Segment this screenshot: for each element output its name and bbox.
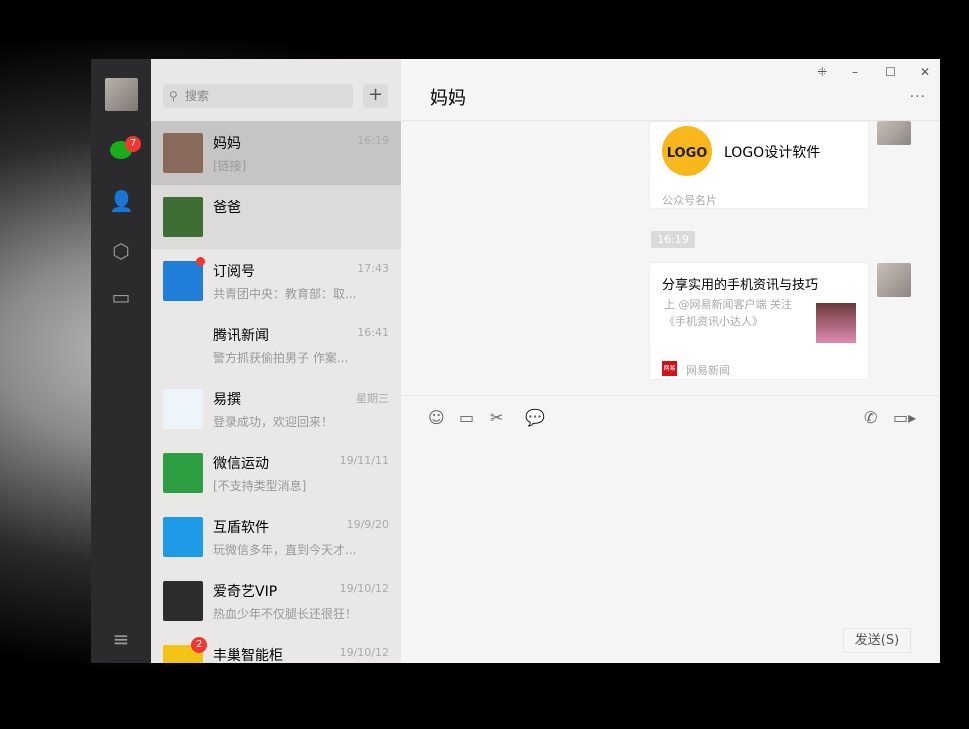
message-preview: 玩微信多年，直到今天才... <box>213 541 363 558</box>
maximize-button[interactable]: ☐ <box>885 65 896 79</box>
chat-list-item[interactable]: 易撰 星期三 登录成功，欢迎回来！ <box>151 377 401 441</box>
unread-badge: 2 <box>191 637 207 653</box>
unread-dot <box>196 257 205 266</box>
contacts-icon[interactable]: 👤 <box>109 189 133 213</box>
emoji-icon[interactable]: ☺ <box>428 408 445 427</box>
contact-name: 互盾软件 <box>213 517 269 537</box>
search-input[interactable]: ⚲ 搜索 <box>163 84 353 108</box>
message-preview: 热血少年不仅腿长还很狂！ <box>213 605 363 622</box>
contact-name: 妈妈 <box>213 133 241 153</box>
chat-list-item[interactable]: 爸爸 <box>151 185 401 249</box>
message-time: 星期三 <box>356 390 389 406</box>
chat-list-item[interactable]: 腾讯新闻 16:41 警方抓获偷拍男子 作案... <box>151 313 401 377</box>
sidebar: 7 👤 ⬡ ▭ ≡ <box>91 59 151 663</box>
chat-list-item[interactable]: 爱奇艺VIP 19/10/12 热血少年不仅腿长还很狂！ <box>151 569 401 633</box>
link-source: 网易新闻 <box>686 362 730 378</box>
link-message[interactable]: 分享实用的手机资讯与技巧 上 @网易新闻客户端 关注《手机资讯小达人》 网易 网… <box>649 262 869 380</box>
voice-call-icon[interactable]: ✆ <box>864 408 877 427</box>
user-avatar[interactable] <box>105 78 138 111</box>
message-preview: 警方抓获偷拍男子 作案... <box>213 349 363 366</box>
screenshot-icon[interactable]: ✂ <box>490 408 503 427</box>
contact-name: 易撰 <box>213 389 241 409</box>
netease-logo: 网易 <box>662 361 677 376</box>
chat-list-item[interactable]: 妈妈 16:19 [链接] <box>151 121 401 185</box>
chat-list-item[interactable]: 微信运动 19/11/11 [不支持类型消息] <box>151 441 401 505</box>
add-button[interactable]: + <box>363 84 388 108</box>
contact-avatar <box>163 133 203 173</box>
chat-badge: 7 <box>125 136 141 152</box>
message-time: 19/10/12 <box>340 646 389 659</box>
contact-avatar <box>163 389 203 429</box>
more-button[interactable]: ··· <box>910 89 926 105</box>
chat-list-panel: ⚲ 搜索 + 妈妈 16:19 [链接] 爸爸 订阅号 17:43 共青团中央：教… <box>151 59 401 663</box>
card-footer: 公众号名片 <box>662 192 717 208</box>
file-icon[interactable]: ▭ <box>459 408 474 427</box>
contact-name: 腾讯新闻 <box>213 325 269 345</box>
link-description: 上 @网易新闻客户端 关注《手机资讯小达人》 <box>664 296 799 330</box>
message-preview: 共青团中央：教育部：取... <box>213 285 363 302</box>
contact-avatar <box>163 453 203 493</box>
menu-icon[interactable]: ≡ <box>109 627 133 651</box>
chat-list-item[interactable]: 丰巢智能柜 19/10/12 2 <box>151 633 401 663</box>
sender-avatar <box>877 121 911 145</box>
wechat-window: 7 👤 ⬡ ▭ ≡ ⚲ 搜索 + 妈妈 16:19 [链接] 爸爸 订阅号 17:… <box>91 59 940 663</box>
message-time: 19/10/12 <box>340 582 389 595</box>
message-time: 16:41 <box>357 326 389 339</box>
chat-panel: 妈妈 ꔰ – ☐ ✕ ··· LOGO LOGO设计软件 公众号名片 16:19… <box>401 59 940 663</box>
chat-history-icon[interactable]: 💬 <box>525 408 545 427</box>
message-time: 19/11/11 <box>340 454 389 467</box>
close-button[interactable]: ✕ <box>920 65 930 79</box>
message-time: 17:43 <box>357 262 389 275</box>
toolbar-divider <box>401 395 940 396</box>
message-time: 19/9/20 <box>347 518 389 531</box>
contact-name: 订阅号 <box>213 261 255 281</box>
link-title: 分享实用的手机资讯与技巧 <box>662 274 818 293</box>
chat-title: 妈妈 <box>430 84 466 110</box>
message-time: 16:19 <box>357 134 389 147</box>
chat-list-item[interactable]: 互盾软件 19/9/20 玩微信多年，直到今天才... <box>151 505 401 569</box>
contact-avatar <box>163 197 203 237</box>
message-preview: 登录成功，欢迎回来！ <box>213 413 363 430</box>
contact-avatar <box>163 581 203 621</box>
send-button[interactable]: 发送(S) <box>843 628 911 653</box>
card-name: LOGO设计软件 <box>724 142 820 162</box>
contact-name: 丰巢智能柜 <box>213 645 283 663</box>
contact-name: 爱奇艺VIP <box>213 581 277 601</box>
contact-name: 微信运动 <box>213 453 269 473</box>
video-call-icon[interactable]: ▭▸ <box>893 408 916 427</box>
search-icon: ⚲ <box>169 84 178 108</box>
message-timestamp: 16:19 <box>651 231 695 248</box>
sender-avatar <box>877 263 911 297</box>
link-thumbnail <box>816 303 856 343</box>
message-preview: [不支持类型消息] <box>213 477 363 494</box>
chat-list-item[interactable]: 订阅号 17:43 共青团中央：教育部：取... <box>151 249 401 313</box>
contact-card-message[interactable]: LOGO LOGO设计软件 公众号名片 <box>649 121 869 209</box>
message-preview: [链接] <box>213 157 363 174</box>
logo-avatar: LOGO <box>662 126 712 176</box>
pin-icon[interactable]: ꔰ <box>817 65 827 80</box>
favorites-icon[interactable]: ⬡ <box>109 239 133 263</box>
search-placeholder: 搜索 <box>185 89 209 103</box>
contact-avatar <box>163 517 203 557</box>
folder-icon[interactable]: ▭ <box>109 285 133 309</box>
contact-avatar <box>163 325 203 365</box>
contact-avatar <box>163 261 203 301</box>
minimize-button[interactable]: – <box>852 65 858 79</box>
contact-name: 爸爸 <box>213 197 241 217</box>
